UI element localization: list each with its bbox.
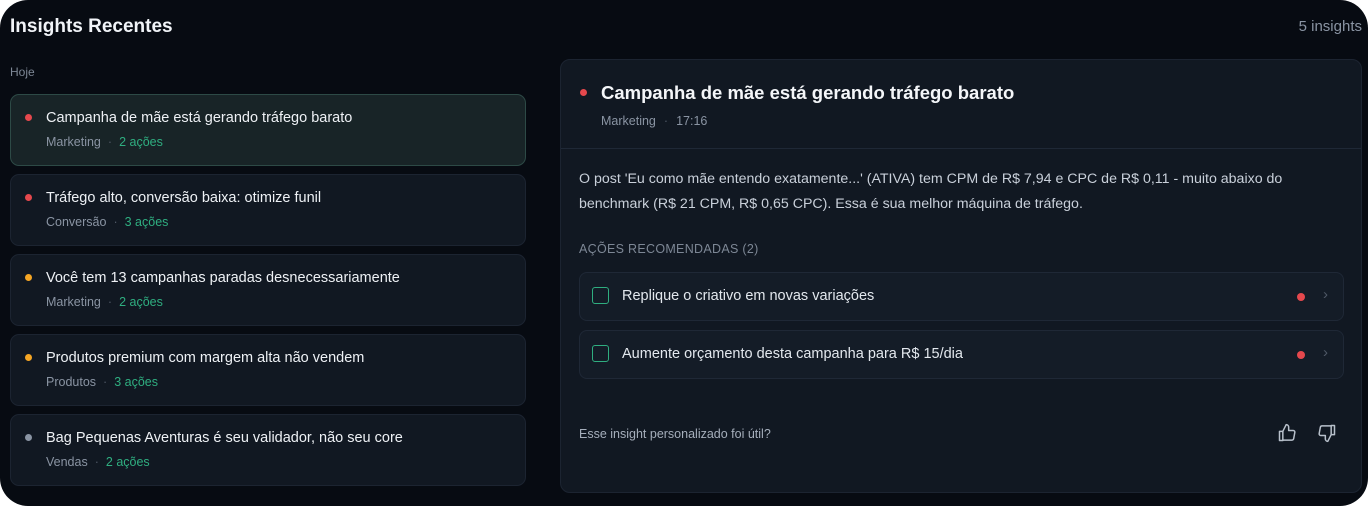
- insight-detail-card: Campanha de mãe está gerando tráfego bar…: [560, 59, 1362, 493]
- meta-separator: ·: [663, 114, 669, 128]
- meta-separator: ·: [113, 215, 118, 229]
- insight-title: Campanha de mãe está gerando tráfego bar…: [46, 110, 353, 126]
- insight-list-item[interactable]: Tráfego alto, conversão baixa: otimize f…: [10, 174, 526, 246]
- priority-dot: [25, 194, 32, 201]
- chevron-right-icon[interactable]: ›: [1323, 344, 1328, 361]
- insight-actions-count: 2 ações: [119, 295, 163, 309]
- insight-category: Produtos: [46, 375, 97, 389]
- divider: [561, 148, 1361, 149]
- insight-category: Vendas: [46, 455, 88, 469]
- insight-list-item[interactable]: Produtos premium com margem alta não ven…: [10, 334, 526, 406]
- priority-dot: [25, 434, 32, 441]
- day-group-label: Hoje: [10, 65, 35, 79]
- insight-title: Você tem 13 campanhas paradas desnecessa…: [46, 270, 400, 286]
- detail-meta: Marketing · 17:16: [601, 114, 707, 128]
- detail-time: 17:16: [676, 114, 708, 128]
- recommended-action-item[interactable]: Aumente orçamento desta campanha para R$…: [579, 330, 1344, 379]
- insight-actions-count: 2 ações: [119, 135, 163, 149]
- thumbs-down-icon[interactable]: [1317, 423, 1339, 445]
- thumbs-up-icon[interactable]: [1277, 423, 1299, 445]
- insight-list-item[interactable]: Campanha de mãe está gerando tráfego bar…: [10, 94, 526, 166]
- action-checkbox[interactable]: [592, 345, 609, 362]
- insights-count: 5 insights: [1298, 18, 1362, 35]
- detail-body-text: O post 'Eu como mãe entendo exatamente..…: [579, 171, 1283, 212]
- insight-title: Tráfego alto, conversão baixa: otimize f…: [46, 190, 322, 206]
- insight-meta: Marketing · 2 ações: [46, 295, 163, 309]
- feedback-prompt: Esse insight personalizado foi útil?: [579, 427, 771, 441]
- insight-title: Produtos premium com margem alta não ven…: [46, 350, 365, 366]
- insight-list-item[interactable]: Você tem 13 campanhas paradas desnecessa…: [10, 254, 526, 326]
- meta-separator: ·: [107, 135, 113, 149]
- insight-meta: Marketing · 2 ações: [46, 135, 163, 149]
- priority-dot: [1297, 351, 1305, 359]
- insight-actions-count: 3 ações: [124, 215, 169, 229]
- action-label: Aumente orçamento desta campanha para R$…: [622, 346, 963, 362]
- meta-separator: ·: [107, 295, 113, 309]
- priority-dot: [580, 89, 587, 96]
- insight-meta: Produtos · 3 ações: [46, 375, 158, 389]
- detail-category: Marketing: [601, 114, 656, 128]
- insight-actions-count: 2 ações: [105, 455, 150, 469]
- insight-list-item[interactable]: Bag Pequenas Aventuras é seu validador, …: [10, 414, 526, 486]
- insight-category: Conversão: [46, 215, 107, 229]
- chevron-right-icon[interactable]: ›: [1323, 286, 1328, 303]
- action-label: Replique o criativo em novas variações: [622, 288, 875, 304]
- meta-separator: ·: [103, 375, 108, 389]
- action-checkbox[interactable]: [592, 287, 609, 304]
- priority-dot: [1297, 293, 1305, 301]
- insight-category: Marketing: [46, 135, 101, 149]
- insight-meta: Conversão · 3 ações: [46, 215, 168, 229]
- insight-actions-count: 3 ações: [114, 375, 158, 389]
- insight-meta: Vendas · 2 ações: [46, 455, 150, 469]
- page-title: Insights Recentes: [10, 16, 173, 37]
- detail-title: Campanha de mãe está gerando tráfego bar…: [601, 82, 1015, 103]
- insight-title: Bag Pequenas Aventuras é seu validador, …: [46, 430, 403, 446]
- priority-dot: [25, 354, 32, 361]
- insights-panel: Insights Recentes 5 insights Hoje Campan…: [0, 0, 1368, 506]
- meta-separator: ·: [94, 455, 99, 469]
- priority-dot: [25, 114, 32, 121]
- recommended-action-item[interactable]: Replique o criativo em novas variações ›: [579, 272, 1344, 321]
- insight-category: Marketing: [46, 295, 101, 309]
- insights-list: Campanha de mãe está gerando tráfego bar…: [10, 94, 526, 494]
- priority-dot: [25, 274, 32, 281]
- recommended-actions-heading: AÇÕES RECOMENDADAS (2): [579, 242, 759, 256]
